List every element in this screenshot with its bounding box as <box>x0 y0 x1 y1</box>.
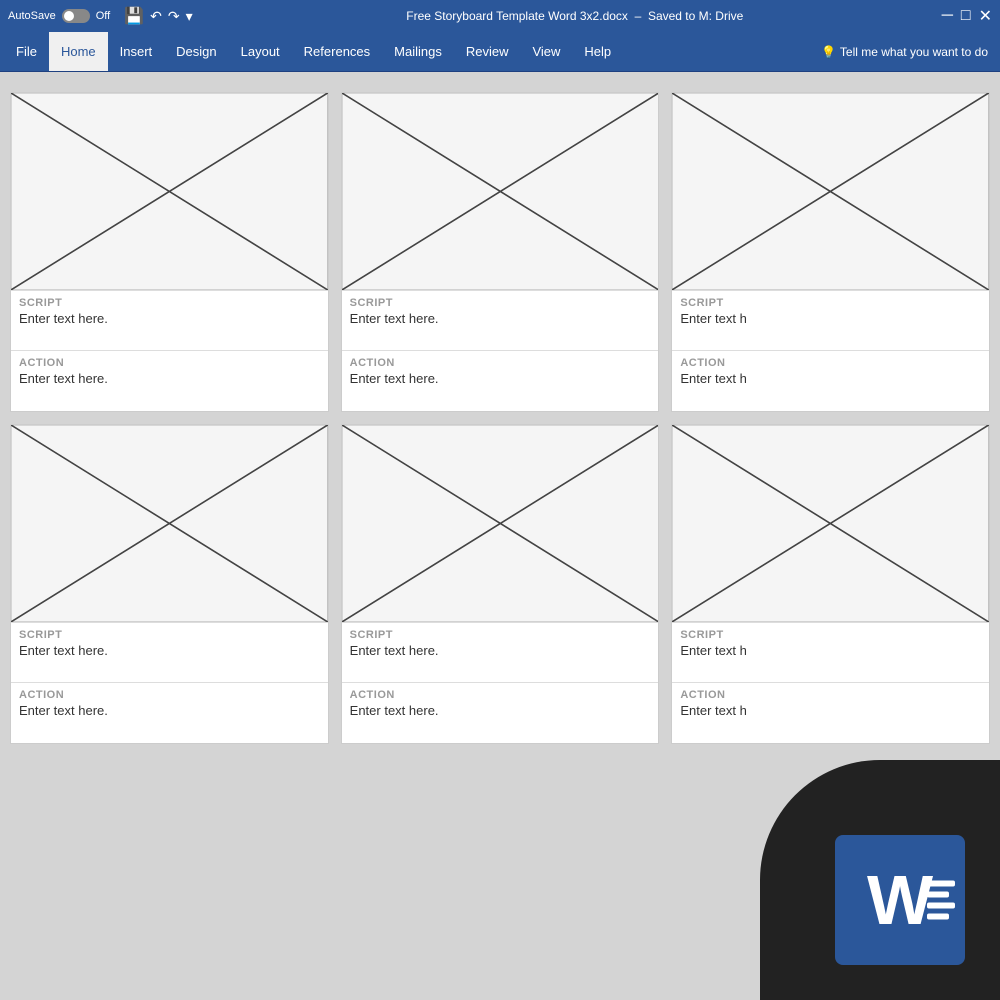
word-logo: W <box>835 835 965 965</box>
action-text-2-3[interactable]: Enter text h <box>680 703 981 718</box>
storyboard-image-2-1 <box>11 425 328 623</box>
autosave-label: AutoSave <box>8 10 56 22</box>
script-text-1-3[interactable]: Enter text h <box>680 311 981 326</box>
script-label-1-2: SCRIPT <box>350 297 651 309</box>
redo-icon[interactable]: ↷ <box>168 8 180 25</box>
word-letter: W <box>867 865 933 935</box>
ribbon: File Home Insert Design Layout Reference… <box>0 32 1000 72</box>
storyboard-image-1-2 <box>342 93 659 291</box>
action-section-1-1[interactable]: ACTION Enter text here. <box>11 351 328 411</box>
save-icon[interactable]: 💾 <box>124 6 144 26</box>
window-controls: ─ □ ✕ <box>942 6 992 26</box>
storyboard-card-1-2: SCRIPT Enter text here. ACTION Enter tex… <box>341 92 660 412</box>
maximize-icon[interactable]: □ <box>961 7 971 25</box>
storyboard-card-2-3: SCRIPT Enter text h ACTION Enter text h <box>671 424 990 744</box>
title-bar: AutoSave Off 💾 ↶ ↷ ▾ Free Storyboard Tem… <box>0 0 1000 32</box>
word-line-1 <box>927 881 955 887</box>
action-section-1-3[interactable]: ACTION Enter text h <box>672 351 989 411</box>
word-lines-decoration <box>927 881 955 920</box>
ribbon-search: 💡 Tell me what you want to do <box>821 45 996 59</box>
action-label-2-1: ACTION <box>19 689 320 701</box>
storyboard-card-1-1: SCRIPT Enter text here. ACTION Enter tex… <box>10 92 329 412</box>
storyboard-card-1-3: SCRIPT Enter text h ACTION Enter text h <box>671 92 990 412</box>
tab-insert[interactable]: Insert <box>108 32 165 71</box>
action-label-1-1: ACTION <box>19 357 320 369</box>
action-label-1-3: ACTION <box>680 357 981 369</box>
storyboard-image-1-3 <box>672 93 989 291</box>
word-line-2 <box>927 892 949 898</box>
title-bar-left: AutoSave Off 💾 ↶ ↷ ▾ <box>8 6 208 26</box>
action-text-1-3[interactable]: Enter text h <box>680 371 981 386</box>
tab-design[interactable]: Design <box>164 32 228 71</box>
title-bar-center: Free Storyboard Template Word 3x2.docx –… <box>208 9 942 23</box>
storyboard-image-2-2 <box>342 425 659 623</box>
script-text-2-3[interactable]: Enter text h <box>680 643 981 658</box>
tab-references[interactable]: References <box>292 32 382 71</box>
storyboard-row-1: SCRIPT Enter text here. ACTION Enter tex… <box>10 92 990 412</box>
tab-review[interactable]: Review <box>454 32 521 71</box>
action-text-1-1[interactable]: Enter text here. <box>19 371 320 386</box>
script-text-1-1[interactable]: Enter text here. <box>19 311 320 326</box>
search-hint[interactable]: Tell me what you want to do <box>840 45 988 59</box>
script-section-1-1[interactable]: SCRIPT Enter text here. <box>11 291 328 351</box>
tab-layout[interactable]: Layout <box>229 32 292 71</box>
storyboard-row-2: SCRIPT Enter text here. ACTION Enter tex… <box>10 424 990 744</box>
script-section-1-2[interactable]: SCRIPT Enter text here. <box>342 291 659 351</box>
storyboard-card-2-2: SCRIPT Enter text here. ACTION Enter tex… <box>341 424 660 744</box>
minimize-icon[interactable]: ─ <box>942 7 953 25</box>
action-label-2-3: ACTION <box>680 689 981 701</box>
action-label-2-2: ACTION <box>350 689 651 701</box>
action-text-1-2[interactable]: Enter text here. <box>350 371 651 386</box>
script-text-2-2[interactable]: Enter text here. <box>350 643 651 658</box>
tab-home[interactable]: Home <box>49 32 108 71</box>
tab-view[interactable]: View <box>520 32 572 71</box>
action-text-2-2[interactable]: Enter text here. <box>350 703 651 718</box>
lightbulb-icon: 💡 <box>821 45 836 59</box>
word-line-3 <box>927 903 955 909</box>
action-section-2-3[interactable]: ACTION Enter text h <box>672 683 989 743</box>
script-text-1-2[interactable]: Enter text here. <box>350 311 651 326</box>
action-section-2-1[interactable]: ACTION Enter text here. <box>11 683 328 743</box>
undo-icon[interactable]: ↶ <box>150 8 162 25</box>
script-section-2-3[interactable]: SCRIPT Enter text h <box>672 623 989 683</box>
autosave-toggle[interactable] <box>62 9 90 23</box>
close-icon[interactable]: ✕ <box>979 6 992 26</box>
customize-icon[interactable]: ▾ <box>186 8 193 25</box>
action-section-2-2[interactable]: ACTION Enter text here. <box>342 683 659 743</box>
script-section-2-2[interactable]: SCRIPT Enter text here. <box>342 623 659 683</box>
script-label-2-3: SCRIPT <box>680 629 981 641</box>
tab-help[interactable]: Help <box>572 32 623 71</box>
tab-file[interactable]: File <box>4 32 49 71</box>
script-label-1-1: SCRIPT <box>19 297 320 309</box>
storyboard-card-2-1: SCRIPT Enter text here. ACTION Enter tex… <box>10 424 329 744</box>
action-text-2-1[interactable]: Enter text here. <box>19 703 320 718</box>
script-label-1-3: SCRIPT <box>680 297 981 309</box>
script-section-1-3[interactable]: SCRIPT Enter text h <box>672 291 989 351</box>
document-title: Free Storyboard Template Word 3x2.docx –… <box>406 9 743 23</box>
action-section-1-2[interactable]: ACTION Enter text here. <box>342 351 659 411</box>
script-text-2-1[interactable]: Enter text here. <box>19 643 320 658</box>
action-label-1-2: ACTION <box>350 357 651 369</box>
word-logo-overlay: W <box>760 760 1000 1000</box>
script-label-2-2: SCRIPT <box>350 629 651 641</box>
storyboard-image-2-3 <box>672 425 989 623</box>
script-section-2-1[interactable]: SCRIPT Enter text here. <box>11 623 328 683</box>
autosave-state: Off <box>96 10 110 22</box>
word-line-4 <box>927 914 949 920</box>
script-label-2-1: SCRIPT <box>19 629 320 641</box>
tab-mailings[interactable]: Mailings <box>382 32 454 71</box>
storyboard-image-1-1 <box>11 93 328 291</box>
